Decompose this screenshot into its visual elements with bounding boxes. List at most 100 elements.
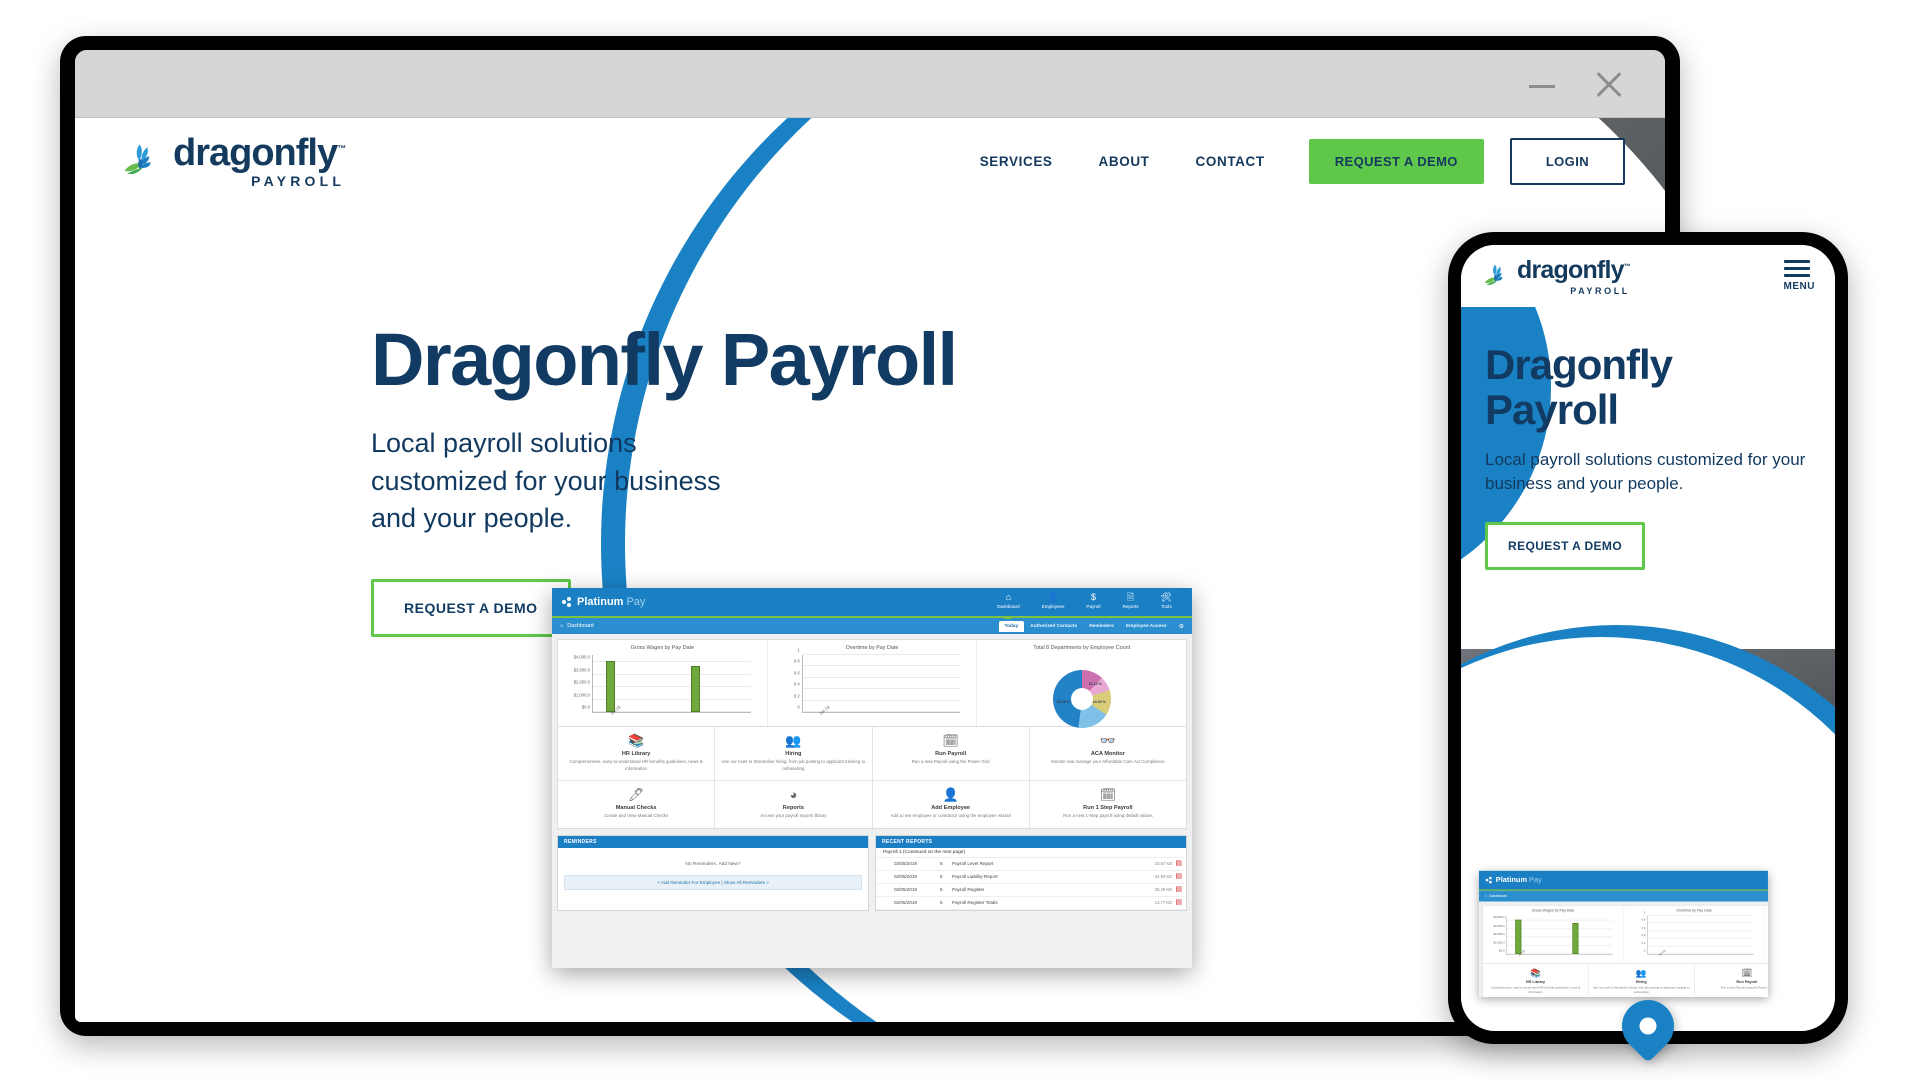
tile-aca-monitor-title: ACA Monitor [1090,751,1125,757]
chart-overtime: Overtime by Pay Date 0 0.2 0.4 0.6 0.8 1… [768,640,978,726]
ytick-3: $3,000.0 [573,667,590,673]
tile-reports[interactable]: ◕ Reports Access your payroll reports li… [715,781,873,828]
document-icon: 🗎 [1126,592,1135,603]
platinumpay-logo: Platinum Pay [562,596,645,608]
hamburger-menu-button[interactable]: MENU [1783,260,1815,292]
dashboard-body: Gross Wages by Pay Date $0.0 $1,000.0 $2… [1479,901,1768,997]
minimize-icon[interactable] [1523,64,1563,104]
mobile-title-line2: Payroll [1485,385,1619,433]
tile-hr-library: 📚 HR Library Comprehensive, easy-to-unde… [1483,964,1589,997]
tab-reminders[interactable]: Reminders [1083,621,1120,632]
menu-label: MENU [1783,281,1815,292]
dash-nav-dashboard-label: Dashboard [997,604,1020,610]
add-reminder-link[interactable]: + Add Reminder For Employee | Show All R… [564,874,862,890]
tile-manual-checks-desc: Create and View Manual Checks [604,813,669,819]
breadcrumb-label: Dashboard [567,623,594,629]
pdf-icon[interactable]: ▤ [1172,873,1182,880]
table-row[interactable]: 02/05/2019 5 Payroll Register 38.29 KB ▤ [876,884,1186,897]
ytick-2: $2,000.0 [573,679,590,685]
site-logo[interactable]: dragonfly™ PAYROLL [119,134,346,188]
tile-hiring[interactable]: 👥 Hiring Use our tools to Streamline hir… [715,727,873,781]
dash-nav-dashboard[interactable]: ⌂ Dashboard [997,593,1019,611]
table-row[interactable]: 02/05/2019 5 Payroll Liability Report 44… [876,871,1186,884]
reminders-empty-text: No Reminders. Add New? [685,861,741,867]
tab-authorized-contacts[interactable]: Authorized Contacts [1024,621,1083,632]
donut-label-b: 11.12 % [1088,682,1102,686]
dollar-icon: $ [1090,592,1096,603]
people-icon: 👥 [785,733,802,748]
platinumpay-name: Platinum [577,596,624,608]
tile-hiring-desc: Use our tools to Streamline hiring, from… [1592,985,1690,994]
dashboard-topbar: PlatinumPay ⌂Dashboard 👤Employees $Payro… [1479,870,1768,891]
screenshot-stage: dragonfly™ PAYROLL SERVICES ABOUT CONTAC… [0,0,1920,1080]
calendar-dollar-icon: 🗓 [1741,968,1753,979]
ytick-4: $4,000.0 [1493,915,1505,919]
mobile-logo-trademark: ™ [1623,263,1631,271]
bar-1 [605,660,615,712]
dashboard-panels: REMINDERS No Reminders. Add New? + Add R… [557,834,1187,911]
platinumpay-name: Platinum [1495,876,1528,885]
ot-ytick-0: 0 [797,704,800,710]
ot-ytick-2: 0.4 [793,681,800,687]
pdf-icon[interactable]: ▤ [1172,899,1182,906]
ytick-3: $3,000.0 [1493,923,1505,928]
tile-manual-checks[interactable]: 🖊 Manual Checks Create and View Manual C… [558,781,716,828]
tab-employee-access[interactable]: Employee Access [1120,621,1173,632]
dash-nav-employees[interactable]: 👤 Employees [1042,593,1065,611]
chart-overtime-title: Overtime by Pay Date [1676,908,1712,913]
hamburger-icon [1783,260,1810,277]
dash-nav-tools[interactable]: 🛠 Tools [1161,593,1172,611]
tile-run-1-step-payroll[interactable]: 🗓 Run 1 Step Payroll Run a new 1-Step pa… [1030,781,1186,828]
close-icon[interactable] [1589,64,1629,104]
chart-departments-title: Total 8 Departments by Employee Count [1033,645,1131,651]
tile-row-1: 📚 HR Library Comprehensive, easy-to-unde… [1483,964,1768,997]
table-row[interactable]: 02/05/2019 5 Payroll Level Report 23.57 … [876,858,1186,871]
mobile-dashboard-thumbnail: PlatinumPay ⌂Dashboard 👤Employees $Payro… [1479,870,1768,997]
ot-ytick-1: 0.2 [1641,941,1646,945]
tile-run-payroll-desc: Run a new Payroll using the Power Grid [911,759,990,764]
tile-run-payroll[interactable]: 🗓 Run Payroll Run a new Payroll using th… [873,727,1030,781]
tile-hiring-title: Hiring [1635,980,1647,985]
chart-overtime-plot: 0 0.2 0.4 0.6 0.8 1 Jul-19 [1642,911,1754,957]
dash-nav-payroll[interactable]: $ Payroll [1086,593,1100,611]
nav-item-about[interactable]: ABOUT [1099,154,1150,169]
chart-gross-wages: Gross Wages by Pay Date $0.0 $1,000.0 $2… [1483,905,1624,964]
platinumpay-name-light: Pay [1529,876,1542,885]
home-icon: ⌂ [1005,592,1012,603]
ytick-1: $1,000.0 [573,692,590,698]
dash-nav-reports-label: Reports [1122,604,1139,610]
report-name: Payroll Level Report [952,861,994,867]
tab-today[interactable]: Today [998,620,1025,632]
nav-item-contact[interactable]: CONTACT [1196,154,1265,169]
tile-hr-library-title: HR Library [1525,980,1546,985]
mobile-logo-text[interactable]: dragonfly™ PAYROLL [1517,256,1631,296]
request-demo-button-nav[interactable]: REQUEST A DEMO [1308,138,1484,184]
reports-group-header[interactable]: · Payroll 1 (Continued on the next page) [876,848,1186,858]
hero-copy: Dragonfly Payroll Local payroll solution… [75,204,1665,638]
site-header: dragonfly™ PAYROLL SERVICES ABOUT CONTAC… [75,118,1665,204]
table-row[interactable]: 02/05/2019 5 Payroll Register Totals 13.… [876,897,1186,910]
tile-hr-library[interactable]: 📚 HR Library Comprehensive, easy-to-unde… [558,727,716,781]
pdf-icon[interactable]: ▤ [1172,886,1182,893]
chart-overtime: Overtime by Pay Date 0 0.2 0.4 0.6 0.8 1… [1624,905,1765,964]
mobile-header: dragonfly™ PAYROLL MENU [1461,245,1835,307]
request-demo-button-hero[interactable]: REQUEST A DEMO [371,579,571,638]
nav-item-services[interactable]: SERVICES [980,154,1053,169]
charts-row: Gross Wages by Pay Date $0.0 $1,000.0 $2… [557,639,1187,728]
tile-manual-checks-title: Manual Checks [615,805,657,812]
pdf-icon[interactable]: ▤ [1172,860,1182,867]
mobile-hero-subtitle: Local payroll solutions customized for y… [1485,450,1806,494]
mobile-request-demo-button[interactable]: REQUEST A DEMO [1485,522,1646,571]
report-name: Payroll Register Totals [952,900,998,906]
ot-ytick-0: 0 [1643,948,1646,953]
tile-aca-monitor[interactable]: 👓 ACA Monitor Monitor and manage your Af… [1030,727,1186,780]
tile-add-employee[interactable]: 👤 Add Employee Add a new employee or con… [873,781,1030,828]
dragonfly-icon [119,139,163,183]
dragonfly-icon [1481,261,1511,291]
monitor-icon: 👓 [1099,733,1116,748]
gear-icon[interactable]: ⚙ [1179,623,1184,630]
report-date: 02/05/2019 [894,887,917,893]
login-button[interactable]: LOGIN [1509,137,1625,185]
reminders-panel-title: REMINDERS [558,835,868,848]
dash-nav-reports[interactable]: 🗎 Reports [1122,593,1138,611]
